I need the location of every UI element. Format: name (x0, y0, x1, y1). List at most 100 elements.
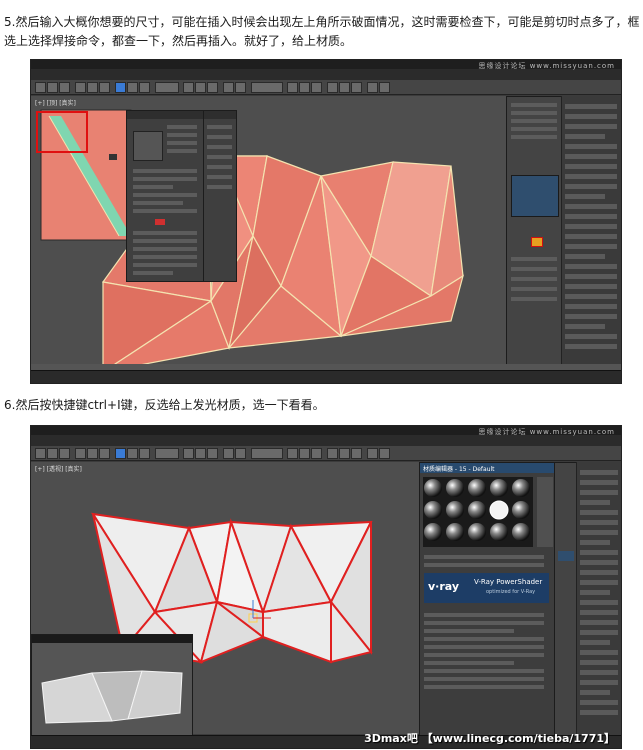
toolbar-button[interactable] (59, 82, 70, 93)
rotate-tool-button[interactable] (139, 448, 150, 459)
material-spheres (423, 477, 533, 547)
ui-row (424, 661, 514, 665)
ui-row (133, 209, 197, 213)
toolbar-button[interactable] (311, 448, 322, 459)
toolbar-button[interactable] (195, 448, 206, 459)
main-toolbar[interactable] (31, 80, 621, 95)
top-viewport[interactable]: [+] [顶] [真实] (31, 96, 506, 364)
color-swatch[interactable] (531, 237, 543, 247)
toolbar-button[interactable] (47, 82, 58, 93)
perspective-viewport[interactable]: [+] [透视] [真实] (31, 462, 419, 736)
toolbar-button[interactable] (99, 448, 110, 459)
material-side-toolbar[interactable] (537, 477, 553, 547)
toolbar-button[interactable] (223, 448, 234, 459)
ui-row (580, 540, 610, 545)
toolbar-button[interactable] (35, 82, 46, 93)
render-window[interactable] (31, 634, 193, 736)
rotate-tool-button[interactable] (139, 82, 150, 93)
ui-row (580, 670, 618, 675)
toolbar-button[interactable] (87, 82, 98, 93)
command-panel[interactable] (576, 462, 621, 735)
weld-button[interactable] (155, 219, 165, 225)
editable-poly-floater[interactable] (126, 110, 206, 282)
problem-highlight-box (36, 111, 88, 153)
floater-title-bar[interactable] (204, 111, 236, 119)
toolbar-button[interactable] (351, 82, 362, 93)
toolbar-button[interactable] (339, 82, 350, 93)
selection-set-dropdown[interactable] (251, 82, 283, 93)
material-editor-title-bar[interactable]: 材质编辑器 - 15 - Default (420, 463, 555, 473)
ui-row (580, 550, 618, 555)
secondary-floater[interactable] (203, 110, 237, 282)
toolbar-button[interactable] (327, 82, 338, 93)
toolbar-button[interactable] (379, 82, 390, 93)
ui-row (565, 274, 617, 279)
toolbar-button[interactable] (223, 82, 234, 93)
toolbar-button[interactable] (75, 448, 86, 459)
toolbar-button[interactable] (367, 82, 378, 93)
ui-row (511, 277, 557, 281)
toolbar-button[interactable] (367, 448, 378, 459)
ui-row (133, 271, 173, 275)
view-dropdown[interactable] (155, 82, 179, 93)
toolbar-button[interactable] (299, 82, 310, 93)
view-dropdown[interactable] (155, 448, 179, 459)
step5-paragraph: 5.然后输入大概你想要的尺寸，可能在插入时候会出现左上角所示破面情况，这时需要检… (4, 15, 640, 48)
toolbar-button[interactable] (287, 448, 298, 459)
toolbar-button[interactable] (47, 448, 58, 459)
main-toolbar[interactable] (31, 446, 621, 461)
select-tool-button[interactable] (115, 448, 126, 459)
command-panel[interactable] (561, 96, 621, 370)
ui-row (565, 284, 617, 289)
toolbar-button[interactable] (183, 82, 194, 93)
ui-row (133, 231, 197, 235)
ui-row (580, 470, 618, 475)
ui-row (580, 700, 618, 705)
material-preview (511, 175, 559, 217)
move-tool-button[interactable] (127, 82, 138, 93)
toolbar-button[interactable] (183, 448, 194, 459)
toolbar-button[interactable] (327, 448, 338, 459)
toolbar-button[interactable] (35, 448, 46, 459)
ui-row (580, 610, 618, 615)
ui-row (207, 175, 232, 179)
ui-row (580, 630, 618, 635)
ui-row (580, 560, 618, 565)
toolbar-button[interactable] (195, 82, 206, 93)
ui-row (133, 193, 197, 197)
toolbar-button[interactable] (311, 82, 322, 93)
modifier-list[interactable] (554, 462, 578, 736)
toolbar-button[interactable] (235, 448, 246, 459)
ui-row (511, 287, 557, 291)
toolbar-button[interactable] (87, 448, 98, 459)
toolbar-button[interactable] (299, 448, 310, 459)
toolbar-button[interactable] (379, 448, 390, 459)
ui-row (580, 520, 618, 525)
move-tool-button[interactable] (127, 448, 138, 459)
ui-row (133, 169, 197, 173)
step6-paragraph: 6.然后按快捷键ctrl+I键，反选给上发光材质，选一下看看。 (4, 398, 325, 412)
select-tool-button[interactable] (115, 82, 126, 93)
material-panel[interactable] (506, 96, 563, 366)
ui-row (565, 314, 617, 319)
toolbar-button[interactable] (99, 82, 110, 93)
toolbar-button[interactable] (207, 448, 218, 459)
ui-row (207, 155, 232, 159)
floater-title-bar[interactable] (127, 111, 205, 119)
toolbar-button[interactable] (339, 448, 350, 459)
selection-set-dropdown[interactable] (251, 448, 283, 459)
material-editor[interactable]: 材质编辑器 - 15 - Default v·ray V-Ray PowerSh… (419, 462, 556, 736)
ui-row (424, 629, 514, 633)
toolbar-button[interactable] (75, 82, 86, 93)
toolbar-button[interactable] (287, 82, 298, 93)
ui-row (580, 500, 610, 505)
ui-row (565, 334, 617, 339)
toolbar-button[interactable] (235, 82, 246, 93)
render-window-title-bar[interactable] (32, 635, 192, 643)
ui-row (580, 640, 610, 645)
vray-title: V-Ray PowerShader (474, 578, 543, 586)
ui-row (511, 119, 557, 123)
toolbar-button[interactable] (59, 448, 70, 459)
toolbar-button[interactable] (207, 82, 218, 93)
toolbar-button[interactable] (351, 448, 362, 459)
